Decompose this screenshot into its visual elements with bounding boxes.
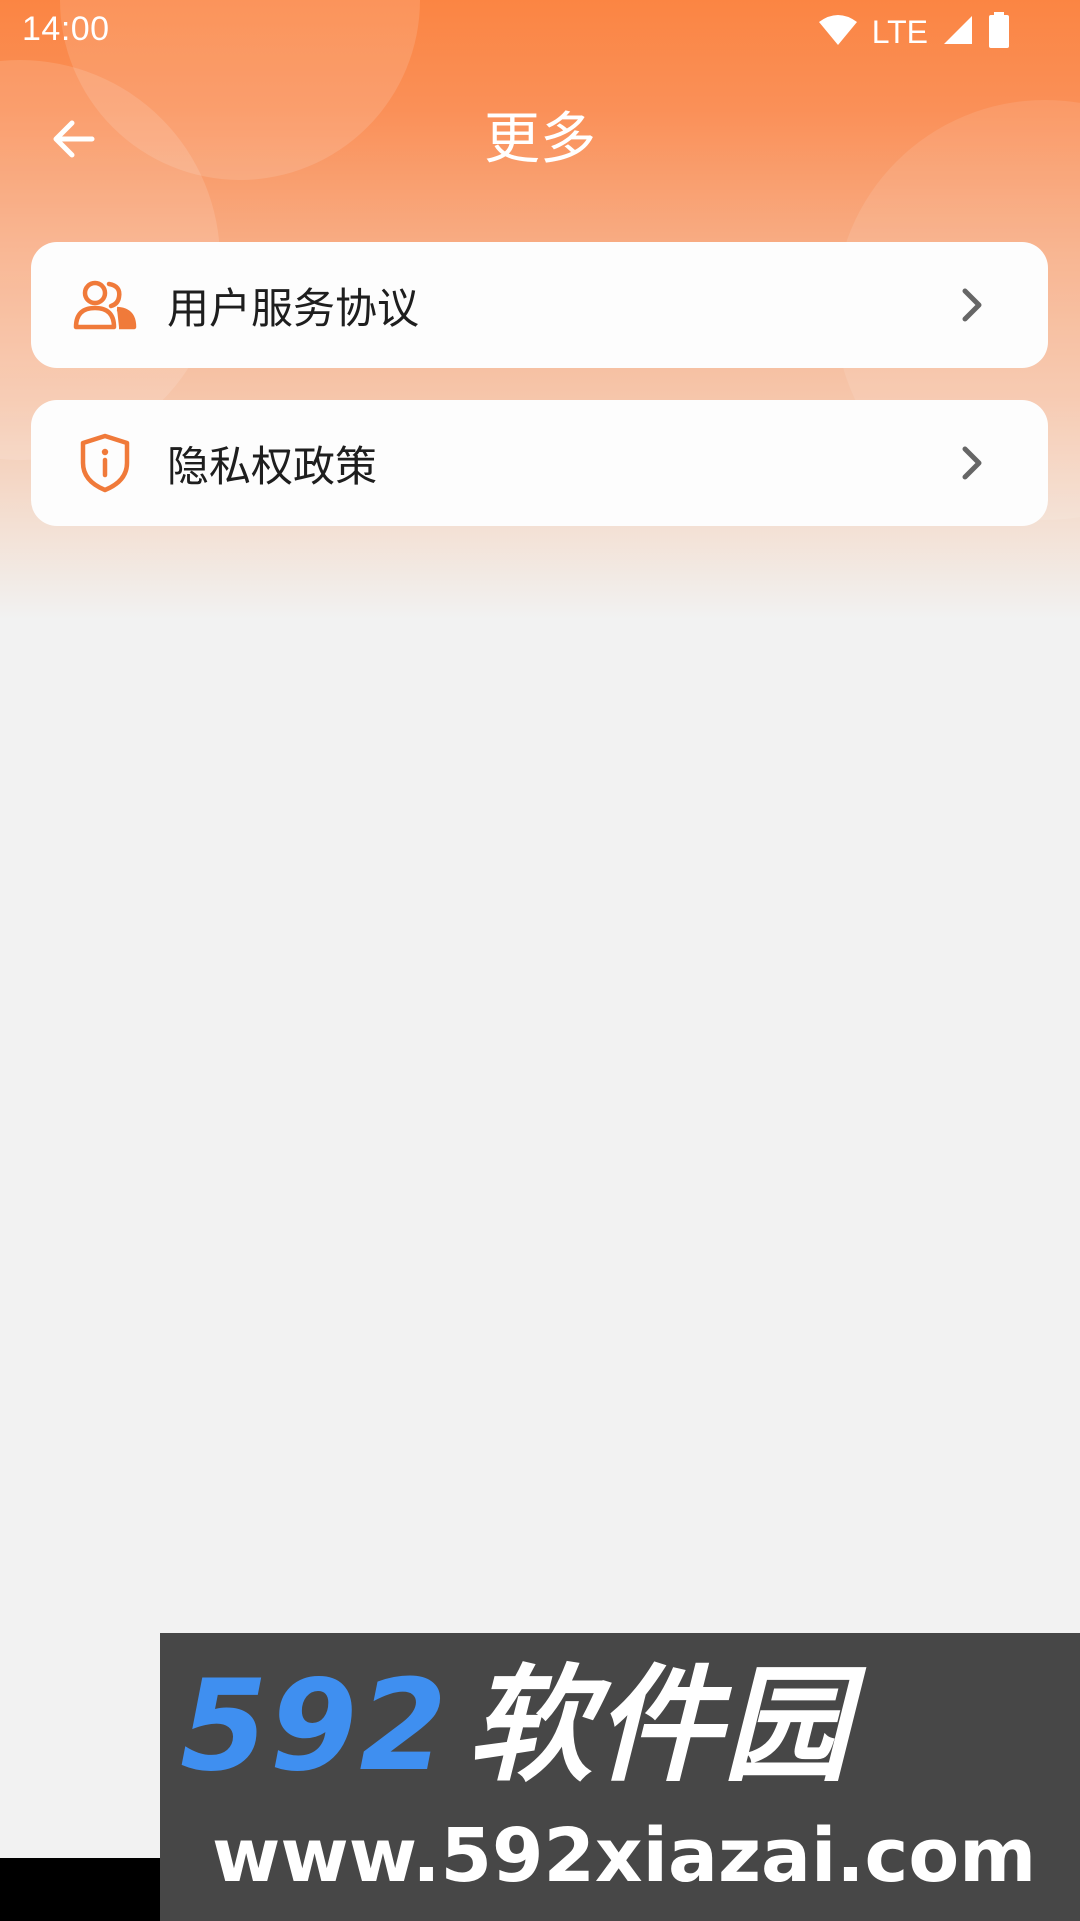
title-bar: 更多 <box>0 90 1080 190</box>
chevron-right-icon <box>952 285 992 325</box>
menu-item-label: 用户服务协议 <box>167 283 420 333</box>
chevron-right-icon <box>952 443 992 483</box>
watermark-text: 软件园 <box>467 1652 852 1799</box>
menu-item-user-service-agreement[interactable]: 用户服务协议 <box>31 242 1048 368</box>
status-bar: 14:00 LTE <box>0 0 1080 64</box>
watermark-number: 592 <box>180 1652 450 1799</box>
watermark-brand: 592 软件园 <box>180 1661 851 1791</box>
cellular-signal-icon <box>942 14 974 50</box>
menu-item-label: 隐私权政策 <box>167 441 378 491</box>
menu-item-privacy-policy[interactable]: 隐私权政策 <box>31 400 1048 526</box>
wifi-icon <box>818 14 858 50</box>
shield-info-icon <box>73 431 137 495</box>
battery-icon <box>988 12 1010 52</box>
navigation-bar <box>0 1858 160 1921</box>
screen: 14:00 LTE 更多 用户服务协议 隐私权政策 592 软件园 www.59… <box>0 0 1080 1921</box>
watermark-url: www.592xiazai.com <box>212 1813 1037 1899</box>
status-time: 14:00 <box>22 10 110 48</box>
watermark: 592 软件园 www.592xiazai.com <box>160 1633 1080 1921</box>
status-icons: LTE <box>818 12 1010 52</box>
network-type-label: LTE <box>871 13 928 50</box>
users-icon <box>73 273 137 337</box>
page-title: 更多 <box>484 107 596 172</box>
